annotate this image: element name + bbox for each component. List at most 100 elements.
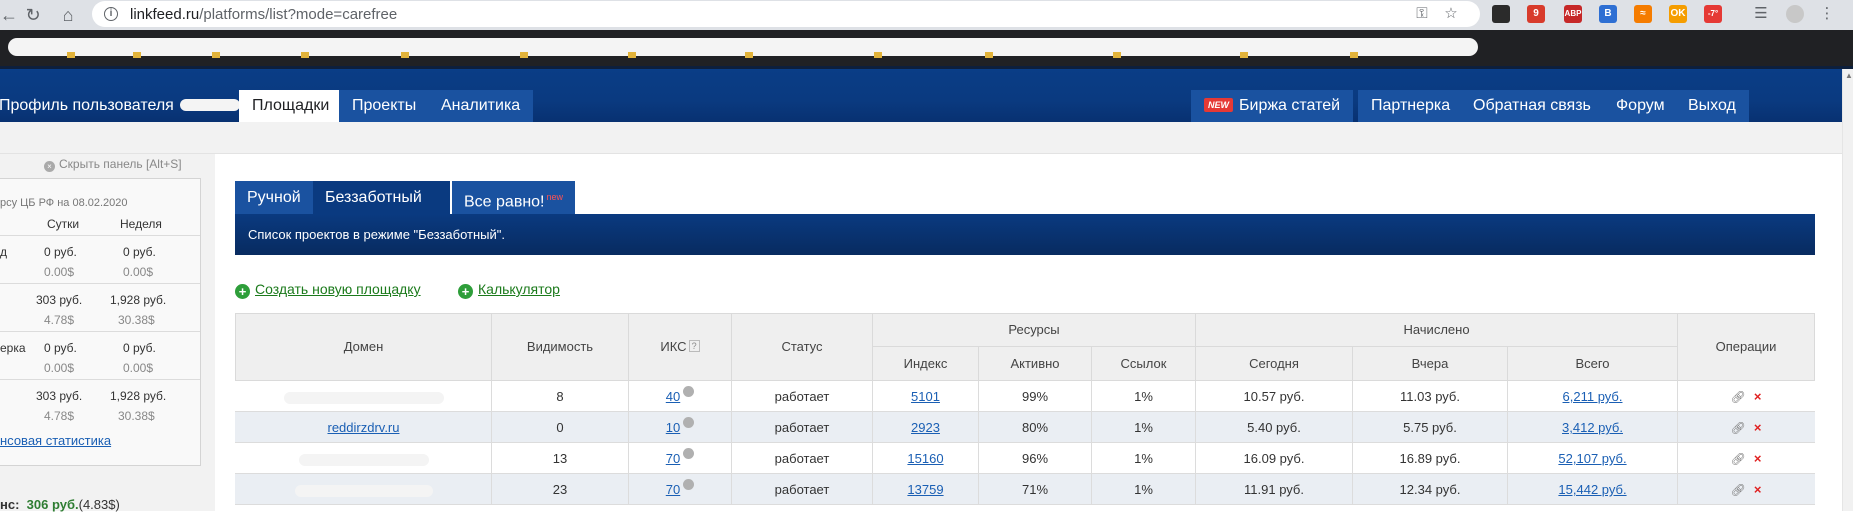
iks-link[interactable]: 70 — [666, 482, 680, 497]
tab-manual[interactable]: Ручной — [235, 181, 313, 214]
delete-icon[interactable]: × — [1754, 451, 1762, 466]
index-link[interactable]: 13759 — [907, 482, 943, 497]
bookmark-icon[interactable] — [1240, 52, 1248, 58]
link-icon[interactable]: 🔗︎ — [1731, 421, 1746, 435]
calculator-link[interactable]: + Калькулятор — [458, 281, 560, 299]
iks-info-icon[interactable] — [683, 417, 695, 428]
nav-articles[interactable]: NEW Биржа статей — [1191, 90, 1354, 122]
nav-projects[interactable]: Проекты — [339, 90, 430, 122]
url-text[interactable]: linkfeed.ru/platforms/list?mode=carefree — [130, 6, 397, 23]
reload-icon[interactable]: ↻ — [20, 2, 46, 28]
nav-analytics[interactable]: Аналитика — [428, 90, 534, 122]
finance-stats-link[interactable]: нсовая статистика — [0, 433, 111, 448]
iks-info-icon[interactable] — [683, 448, 695, 459]
col-week: Неделя — [120, 217, 162, 231]
link-icon[interactable]: 🔗︎ — [1731, 390, 1746, 404]
delete-icon[interactable]: × — [1754, 389, 1762, 404]
scroll-up-icon[interactable]: ▲ — [1845, 71, 1853, 80]
star-icon[interactable]: ☆ — [1442, 5, 1460, 23]
nav-feedback[interactable]: Обратная связь — [1460, 90, 1604, 122]
iks-link[interactable]: 40 — [666, 389, 680, 404]
column-divider — [1195, 381, 1196, 505]
column-divider — [872, 381, 873, 505]
week-rub: 0 руб. — [123, 245, 156, 259]
bookmark-icon[interactable] — [628, 52, 636, 58]
back-icon[interactable]: ← — [0, 2, 22, 28]
domain-link[interactable]: reddirzdrv.ru — [327, 420, 399, 435]
rss-extension-icon[interactable]: ≈ — [1634, 5, 1652, 23]
mode-banner: Список проектов в режиме "Беззаботный". — [235, 214, 1815, 255]
bookmark-icon[interactable] — [985, 52, 993, 58]
scrollbar[interactable]: ▲ — [1842, 69, 1853, 511]
links-cell: 1% — [1134, 482, 1153, 497]
iks-cell: 70 — [628, 474, 732, 505]
day-rub: 303 руб. — [36, 293, 83, 307]
bookmarks-redacted — [8, 38, 1478, 56]
total-link[interactable]: 3,412 руб. — [1562, 420, 1623, 435]
key-icon[interactable]: ⚿ — [1413, 5, 1431, 23]
nav-logout[interactable]: Выход — [1675, 90, 1749, 122]
bookmark-icon[interactable] — [745, 52, 753, 58]
weather-extension-icon[interactable]: -7° — [1704, 5, 1722, 23]
iks-info-icon[interactable] — [683, 479, 695, 490]
bookmark-icon[interactable] — [1350, 52, 1358, 58]
visibility-cell: 8 — [556, 389, 564, 404]
ok-extension-icon[interactable]: OK — [1669, 5, 1687, 23]
divider — [0, 235, 200, 236]
nav-forum[interactable]: Форум — [1603, 90, 1678, 122]
table-row: 8 40 работает 5101 99% 1% 10.57 руб. 11.… — [235, 381, 1815, 412]
adblock-extension-icon[interactable]: ABP — [1564, 5, 1582, 23]
delete-icon[interactable]: × — [1754, 420, 1762, 435]
extension-icon-1[interactable] — [1492, 5, 1510, 23]
nav-partners[interactable]: Партнерка — [1358, 90, 1464, 122]
tab-any[interactable]: Все равно! new — [452, 181, 576, 214]
header-iks: ИКС? — [628, 313, 732, 381]
address-bar[interactable]: i linkfeed.ru/platforms/list?mode=carefr… — [92, 1, 1480, 27]
menu-dots-icon[interactable]: ⋮ — [1818, 5, 1836, 23]
domain-cell — [235, 443, 492, 474]
bookmark-icon[interactable] — [401, 52, 409, 58]
bookmark-icon[interactable] — [520, 52, 528, 58]
nav-platforms[interactable]: Площадки — [239, 90, 343, 122]
link-icon[interactable]: 🔗︎ — [1731, 452, 1746, 466]
bookmark-icon[interactable] — [133, 52, 141, 58]
link-icon[interactable]: 🔗︎ — [1731, 483, 1746, 497]
bookmark-icon[interactable] — [301, 52, 309, 58]
bookmark-icon[interactable] — [874, 52, 882, 58]
index-cell: 5101 — [872, 381, 979, 412]
day-usd: 0.00$ — [44, 265, 75, 279]
help-icon[interactable]: ? — [688, 340, 700, 352]
hide-panel-link[interactable]: × Скрыть панель [Alt+S] — [44, 157, 182, 172]
day-rub: 303 руб. — [36, 389, 83, 403]
home-icon[interactable]: ⌂ — [55, 2, 81, 28]
column-divider — [1677, 381, 1678, 505]
column-divider — [1352, 381, 1353, 505]
yesterday-cell: 16.89 руб. — [1399, 451, 1461, 466]
index-link[interactable]: 15160 — [907, 451, 943, 466]
index-link[interactable]: 5101 — [911, 389, 940, 404]
yesterday-cell: 11.03 руб. — [1400, 389, 1460, 404]
iks-link[interactable]: 10 — [666, 420, 680, 435]
iks-info-icon[interactable] — [683, 386, 695, 397]
total-link[interactable]: 52,107 руб. — [1558, 451, 1626, 466]
avatar[interactable] — [1786, 5, 1804, 23]
vk-extension-icon[interactable]: B — [1599, 5, 1617, 23]
index-link[interactable]: 2923 — [911, 420, 940, 435]
bookmark-icon[interactable] — [1113, 52, 1121, 58]
delete-icon[interactable]: × — [1754, 482, 1762, 497]
extension-icon-2[interactable]: 9 — [1527, 5, 1545, 23]
tab-carefree[interactable]: Беззаботный — [313, 181, 450, 214]
bookmark-icon[interactable] — [67, 52, 75, 58]
col-day: Сутки — [47, 217, 80, 231]
bookmark-icon[interactable] — [212, 52, 220, 58]
column-divider — [731, 381, 732, 505]
nav-profile[interactable]: Профиль пользователя — [0, 90, 253, 122]
iks-link[interactable]: 70 — [666, 451, 680, 466]
header-resources: Ресурсы — [872, 313, 1196, 347]
info-icon[interactable]: i — [104, 7, 118, 21]
create-platform-link[interactable]: + Создать новую площадку — [235, 281, 421, 299]
total-link[interactable]: 6,211 руб. — [1563, 389, 1623, 404]
media-control-icon[interactable]: ☰ — [1752, 5, 1770, 23]
week-rub: 1,928 руб. — [110, 293, 167, 307]
total-link[interactable]: 15,442 руб. — [1558, 482, 1626, 497]
